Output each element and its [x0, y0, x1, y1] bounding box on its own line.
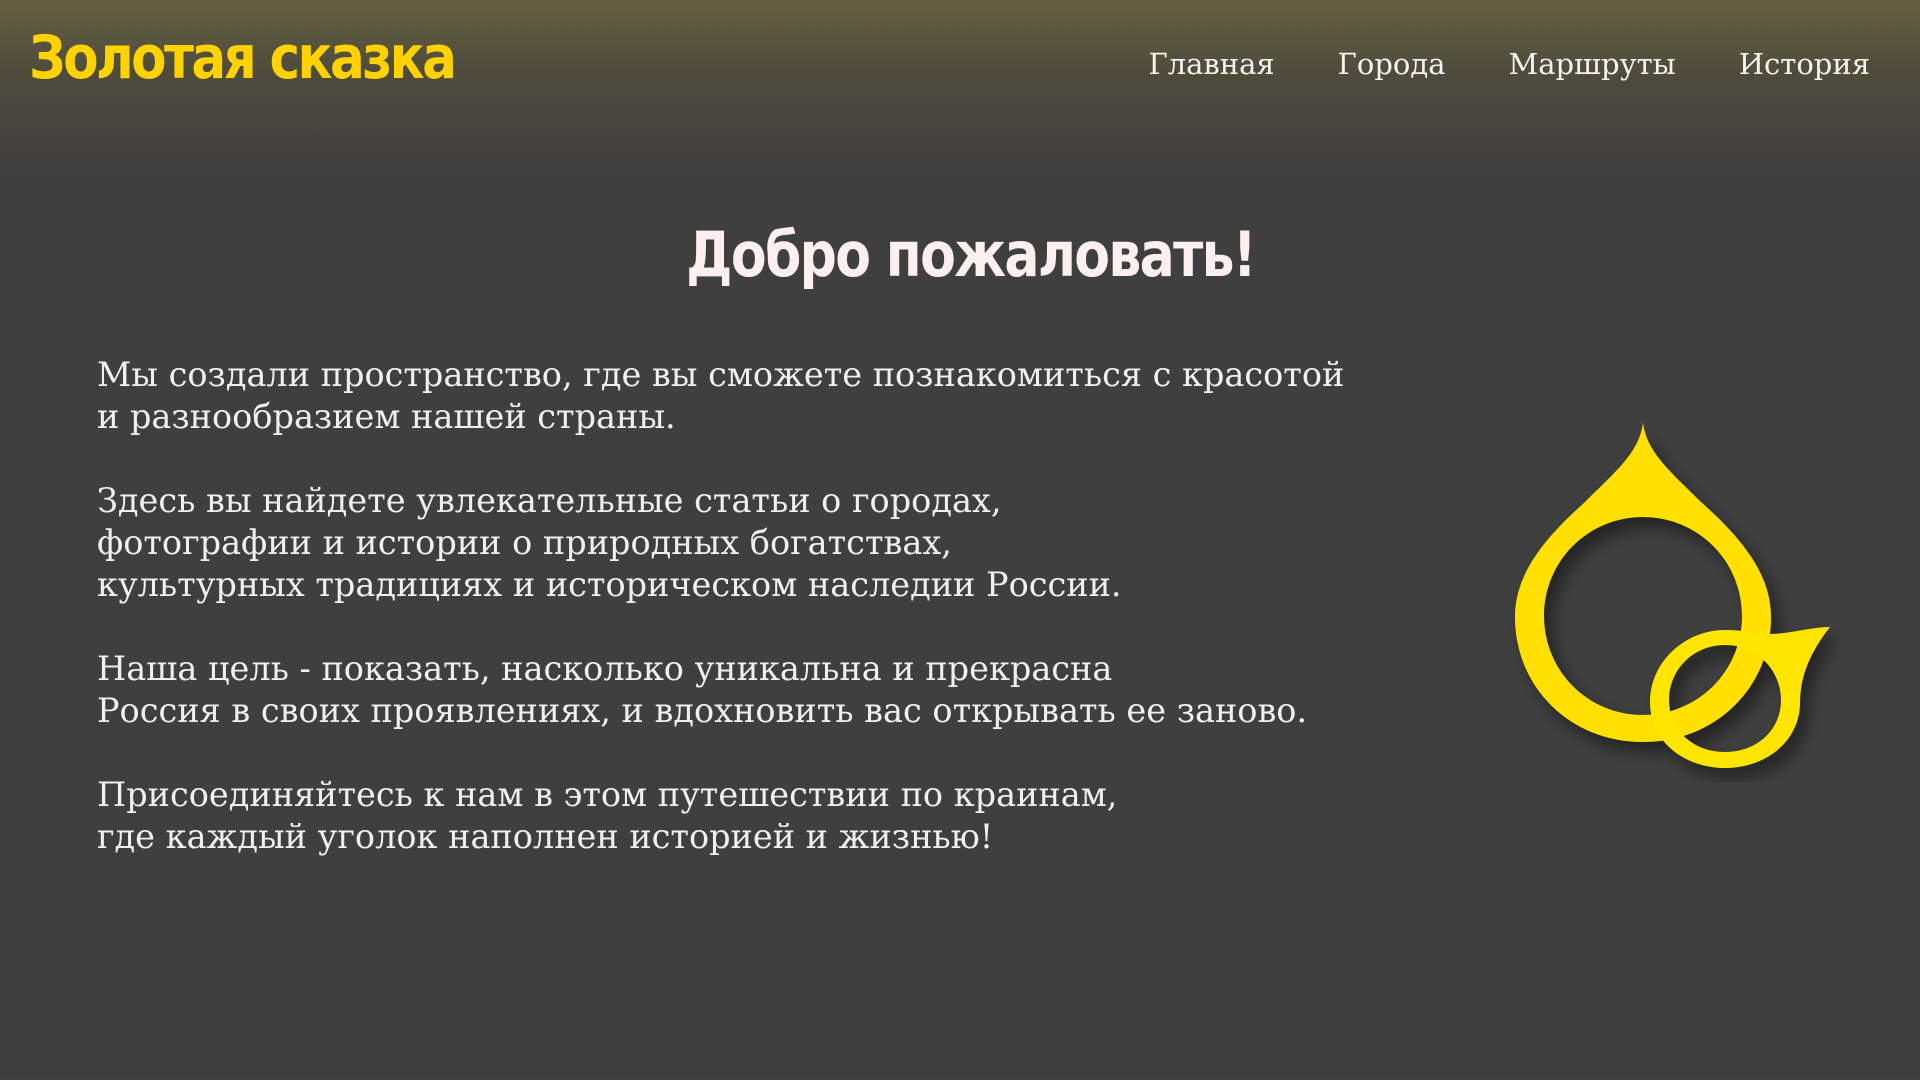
- intro-line: Здесь вы найдете увлекательные статьи о …: [97, 481, 1002, 520]
- intro-paragraph: Мы создали пространство, где вы сможете …: [97, 354, 1427, 438]
- intro-paragraph: Наша цель - показать, насколько уникальн…: [97, 648, 1427, 732]
- site-logo[interactable]: Золотая сказка: [29, 20, 457, 96]
- intro-text: Мы создали пространство, где вы сможете …: [97, 354, 1427, 900]
- large-ring: [1515, 422, 1771, 742]
- intro-line: и разнообразием нашей страны.: [97, 397, 676, 436]
- intro-line: Россия в своих проявлениях, и вдохновить…: [97, 691, 1308, 730]
- intro-paragraph: Здесь вы найдете увлекательные статьи о …: [97, 480, 1427, 606]
- nav-link-home[interactable]: Главная: [1149, 44, 1275, 84]
- intro-line: Мы создали пространство, где вы сможете …: [97, 355, 1345, 394]
- golden-rings-icon: [1500, 412, 1840, 782]
- intro-line: фотографии и истории о природных богатст…: [97, 523, 952, 562]
- intro-line: культурных традициях и историческом насл…: [97, 565, 1122, 604]
- intro-line: Присоединяйтесь к нам в этом путешествии…: [97, 775, 1118, 814]
- nav-link-history[interactable]: История: [1739, 44, 1870, 84]
- intro-line: Наша цель - показать, насколько уникальн…: [97, 649, 1113, 688]
- intro-line: где каждый уголок наполнен историей и жи…: [97, 817, 994, 856]
- page-title-text: Добро пожаловать!: [686, 218, 1257, 291]
- nav-link-cities[interactable]: Города: [1338, 44, 1446, 84]
- page-title: Добро пожаловать!: [0, 216, 1920, 294]
- main-nav: Главная Города Маршруты История: [1149, 44, 1871, 84]
- intro-paragraph: Присоединяйтесь к нам в этом путешествии…: [97, 774, 1427, 858]
- nav-link-routes[interactable]: Маршруты: [1509, 44, 1676, 84]
- site-header: Золотая сказка Главная Города Маршруты И…: [0, 0, 1920, 130]
